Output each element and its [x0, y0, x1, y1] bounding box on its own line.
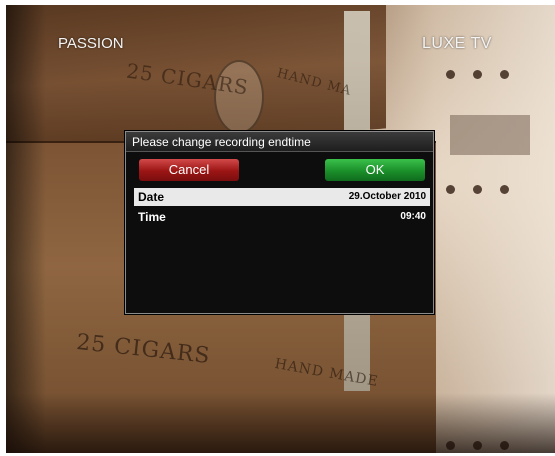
ok-button[interactable]: OK: [325, 159, 425, 181]
left-vignette: [6, 5, 46, 453]
channel-logo-right: LUXE TV: [422, 35, 492, 52]
date-value: 29.October 2010: [348, 191, 426, 202]
bottom-vignette: [6, 393, 555, 453]
wall-dots-top: [446, 70, 546, 79]
wall-dots-middle: [446, 185, 546, 194]
time-label: Time: [138, 210, 166, 224]
date-row[interactable]: Date 29.October 2010: [134, 188, 430, 206]
channel-name-left: PASSION: [58, 35, 124, 52]
time-row[interactable]: Time 09:40: [134, 208, 430, 226]
wall-plate: [450, 115, 530, 155]
date-label: Date: [138, 190, 165, 204]
recording-endtime-dialog: Please change recording endtime Cancel O…: [125, 131, 434, 314]
cancel-button[interactable]: Cancel: [139, 159, 239, 181]
time-value: 09:40: [400, 211, 426, 222]
dialog-title: Please change recording endtime: [126, 132, 433, 152]
